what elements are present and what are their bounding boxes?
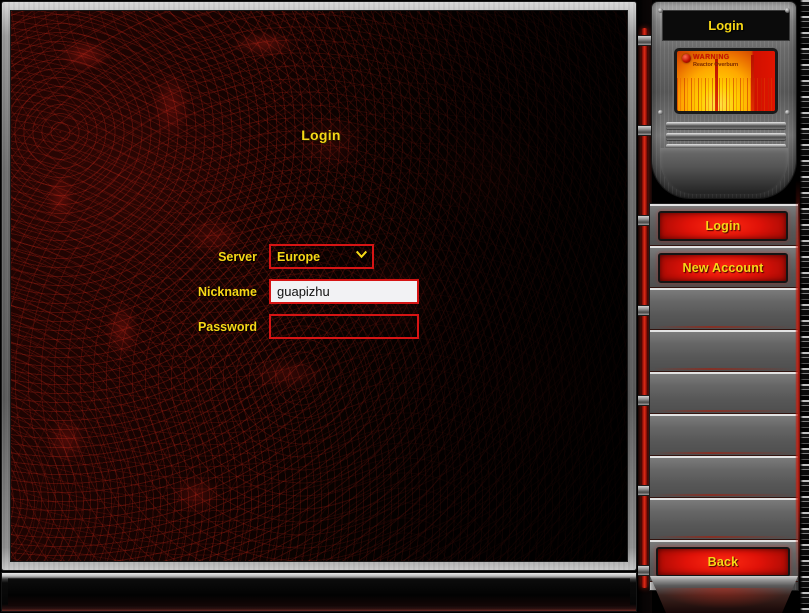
password-label: Password — [197, 319, 257, 334]
bottom-status-text — [8, 578, 630, 606]
form-row-password: Password — [11, 309, 627, 344]
page-title: Login — [301, 127, 341, 143]
rack-slot-empty — [650, 330, 798, 372]
bolt-icon — [785, 8, 790, 13]
sidebar-title: Login — [662, 10, 790, 41]
new-account-button[interactable]: New Account — [658, 253, 788, 283]
ribbed-edge-strip — [800, 0, 809, 613]
form-row-server: Server EuropeAmericaAsia — [11, 239, 627, 274]
screen-bar — [751, 55, 754, 111]
server-select[interactable]: EuropeAmericaAsia — [269, 244, 374, 269]
rack-slot-empty — [650, 288, 798, 330]
screen-warning-text: WARNING — [693, 54, 730, 61]
rack-slot-empty — [650, 456, 798, 498]
bolt-icon — [658, 110, 663, 115]
alert-lamp-icon — [682, 54, 691, 63]
login-button[interactable]: Login — [658, 211, 788, 241]
machine-body: Login WARNING Reactor Overburn — [652, 2, 796, 198]
screen-sub-text: Reactor Overburn — [693, 62, 739, 68]
screen-graphic: WARNING Reactor Overburn — [677, 51, 775, 111]
server-label: Server — [218, 249, 257, 264]
machine-head: Login WARNING Reactor Overburn — [650, 0, 798, 200]
game-window: Login Server EuropeAmericaAsia Nickname — [0, 0, 809, 613]
bolt-icon — [785, 110, 790, 115]
bolt-icon — [658, 8, 663, 13]
rack-slot: Back — [650, 540, 798, 582]
password-input[interactable] — [269, 314, 419, 339]
machine-screen: WARNING Reactor Overburn — [674, 48, 778, 114]
vent-slat — [666, 133, 786, 140]
server-select-wrapper: EuropeAmericaAsia — [269, 244, 374, 269]
nickname-input[interactable] — [269, 279, 419, 304]
vent-slat — [666, 122, 786, 129]
bottom-status-bar — [2, 573, 636, 611]
rack-slot-empty — [650, 498, 798, 540]
nickname-label: Nickname — [197, 284, 257, 299]
machine-base — [650, 576, 798, 613]
main-panel: Login Server EuropeAmericaAsia Nickname — [2, 2, 636, 570]
back-button[interactable]: Back — [656, 547, 790, 577]
rack-slot-empty — [650, 414, 798, 456]
rack-slot: Login — [650, 204, 798, 246]
machine-chin — [660, 148, 788, 194]
button-rack: Login New Account Back — [650, 204, 798, 590]
sidebar: Login WARNING Reactor Overburn Login New… — [650, 0, 809, 613]
form-row-nickname: Nickname — [11, 274, 627, 309]
main-panel-content: Login Server EuropeAmericaAsia Nickname — [11, 11, 627, 561]
rack-slot-empty — [650, 372, 798, 414]
login-form: Server EuropeAmericaAsia Nickname Passwo… — [11, 239, 627, 344]
rack-slot: New Account — [650, 246, 798, 288]
